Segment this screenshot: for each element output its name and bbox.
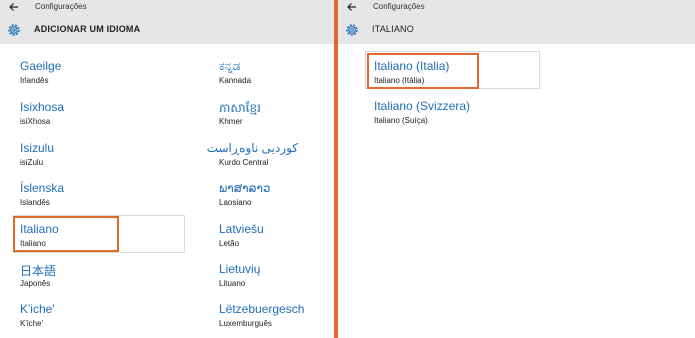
language-item-laosiano[interactable]: ພາສາລາວ Laosiano: [219, 181, 334, 211]
annotation-highlight: [13, 216, 119, 252]
language-item-japanese[interactable]: 日本語 Japonês: [20, 262, 190, 292]
language-local-name: Islandês: [20, 198, 50, 207]
language-local-name: Luxemburguês: [219, 319, 272, 328]
language-local-name: Lituano: [219, 279, 246, 288]
page-title: ITALIANO: [372, 24, 414, 34]
language-local-name: Letão: [219, 239, 240, 248]
language-local-name: isiXhosa: [20, 117, 51, 126]
language-local-name: isiZulu: [20, 158, 44, 167]
language-native-name: Isizulu: [20, 141, 55, 155]
language-local-name: K'iche': [20, 319, 44, 328]
language-native-name: Lëtzebuergesch: [219, 302, 305, 316]
language-native-name: Italiano (Svizzera): [374, 99, 471, 113]
title-bar: Configurações: [0, 0, 334, 14]
language-item-gaeilge[interactable]: Gaeilge Irlandês: [20, 59, 190, 89]
language-native-name: Gaeilge: [20, 59, 62, 73]
page-header: ITALIANO: [338, 14, 695, 44]
title-bar: Configurações: [338, 0, 695, 14]
language-native-name: ພາສາລາວ: [219, 181, 271, 195]
language-native-name: Lietuvių: [219, 262, 261, 276]
gear-icon[interactable]: [344, 22, 360, 38]
language-item-luxemburgues[interactable]: Lëtzebuergesch Luxemburguês: [219, 302, 334, 332]
language-item-isixhosa[interactable]: Isixhosa isiXhosa: [20, 100, 190, 130]
language-native-name: ភាសាខ្មែរ: [219, 101, 261, 115]
language-native-name: 日本語: [20, 264, 57, 278]
gear-icon[interactable]: [6, 22, 22, 38]
app-title: Configurações: [373, 2, 425, 11]
language-native-name: Íslenska: [20, 181, 65, 195]
add-language-pane: Configurações ADICIONAR UM IDIOMA Gaeilg…: [0, 0, 334, 338]
language-variant-pane: Configurações ITALIANO Italiano (Italia)…: [338, 0, 695, 338]
language-local-name: Irlandês: [20, 76, 49, 85]
page-header: ADICIONAR UM IDIOMA: [0, 14, 334, 44]
language-native-name: Latviešu: [219, 222, 264, 236]
language-native-name: کوردیی ناوەڕاست: [206, 141, 298, 155]
language-local-name: Kannada: [219, 76, 252, 85]
annotation-highlight: [367, 53, 479, 89]
language-item-isizulu[interactable]: Isizulu isiZulu: [20, 141, 190, 171]
page-title: ADICIONAR UM IDIOMA: [34, 24, 141, 34]
language-native-name: K'iche': [20, 302, 55, 316]
language-local-name: Italiano (Suíça): [374, 116, 428, 125]
language-native-name: Isixhosa: [20, 100, 65, 114]
language-item-italiano-svizzera[interactable]: Italiano (Svizzera) Italiano (Suíça): [374, 99, 574, 129]
language-item-lituano[interactable]: Lietuvių Lituano: [219, 262, 334, 292]
language-local-name: Laosiano: [219, 198, 252, 207]
app-title: Configurações: [35, 2, 87, 11]
language-item-kiche[interactable]: K'iche' K'iche': [20, 302, 190, 332]
language-local-name: Kurdo Central: [219, 158, 269, 167]
back-arrow-icon[interactable]: [345, 0, 359, 14]
language-item-khmer[interactable]: ភាសាខ្មែរ Khmer: [219, 100, 334, 130]
language-local-name: Japonês: [20, 279, 51, 288]
language-local-name: Khmer: [219, 117, 243, 126]
language-item-islenska[interactable]: Íslenska Islandês: [20, 181, 190, 211]
language-native-name: ಕನ್ನಡ: [219, 59, 241, 73]
language-item-letao[interactable]: Latviešu Letão: [219, 222, 334, 252]
back-arrow-icon[interactable]: [7, 0, 21, 14]
language-item-kannada[interactable]: ಕನ್ನಡ Kannada: [219, 59, 334, 89]
language-item-kurdo-central[interactable]: کوردیی ناوەڕاست Kurdo Central: [207, 141, 334, 171]
